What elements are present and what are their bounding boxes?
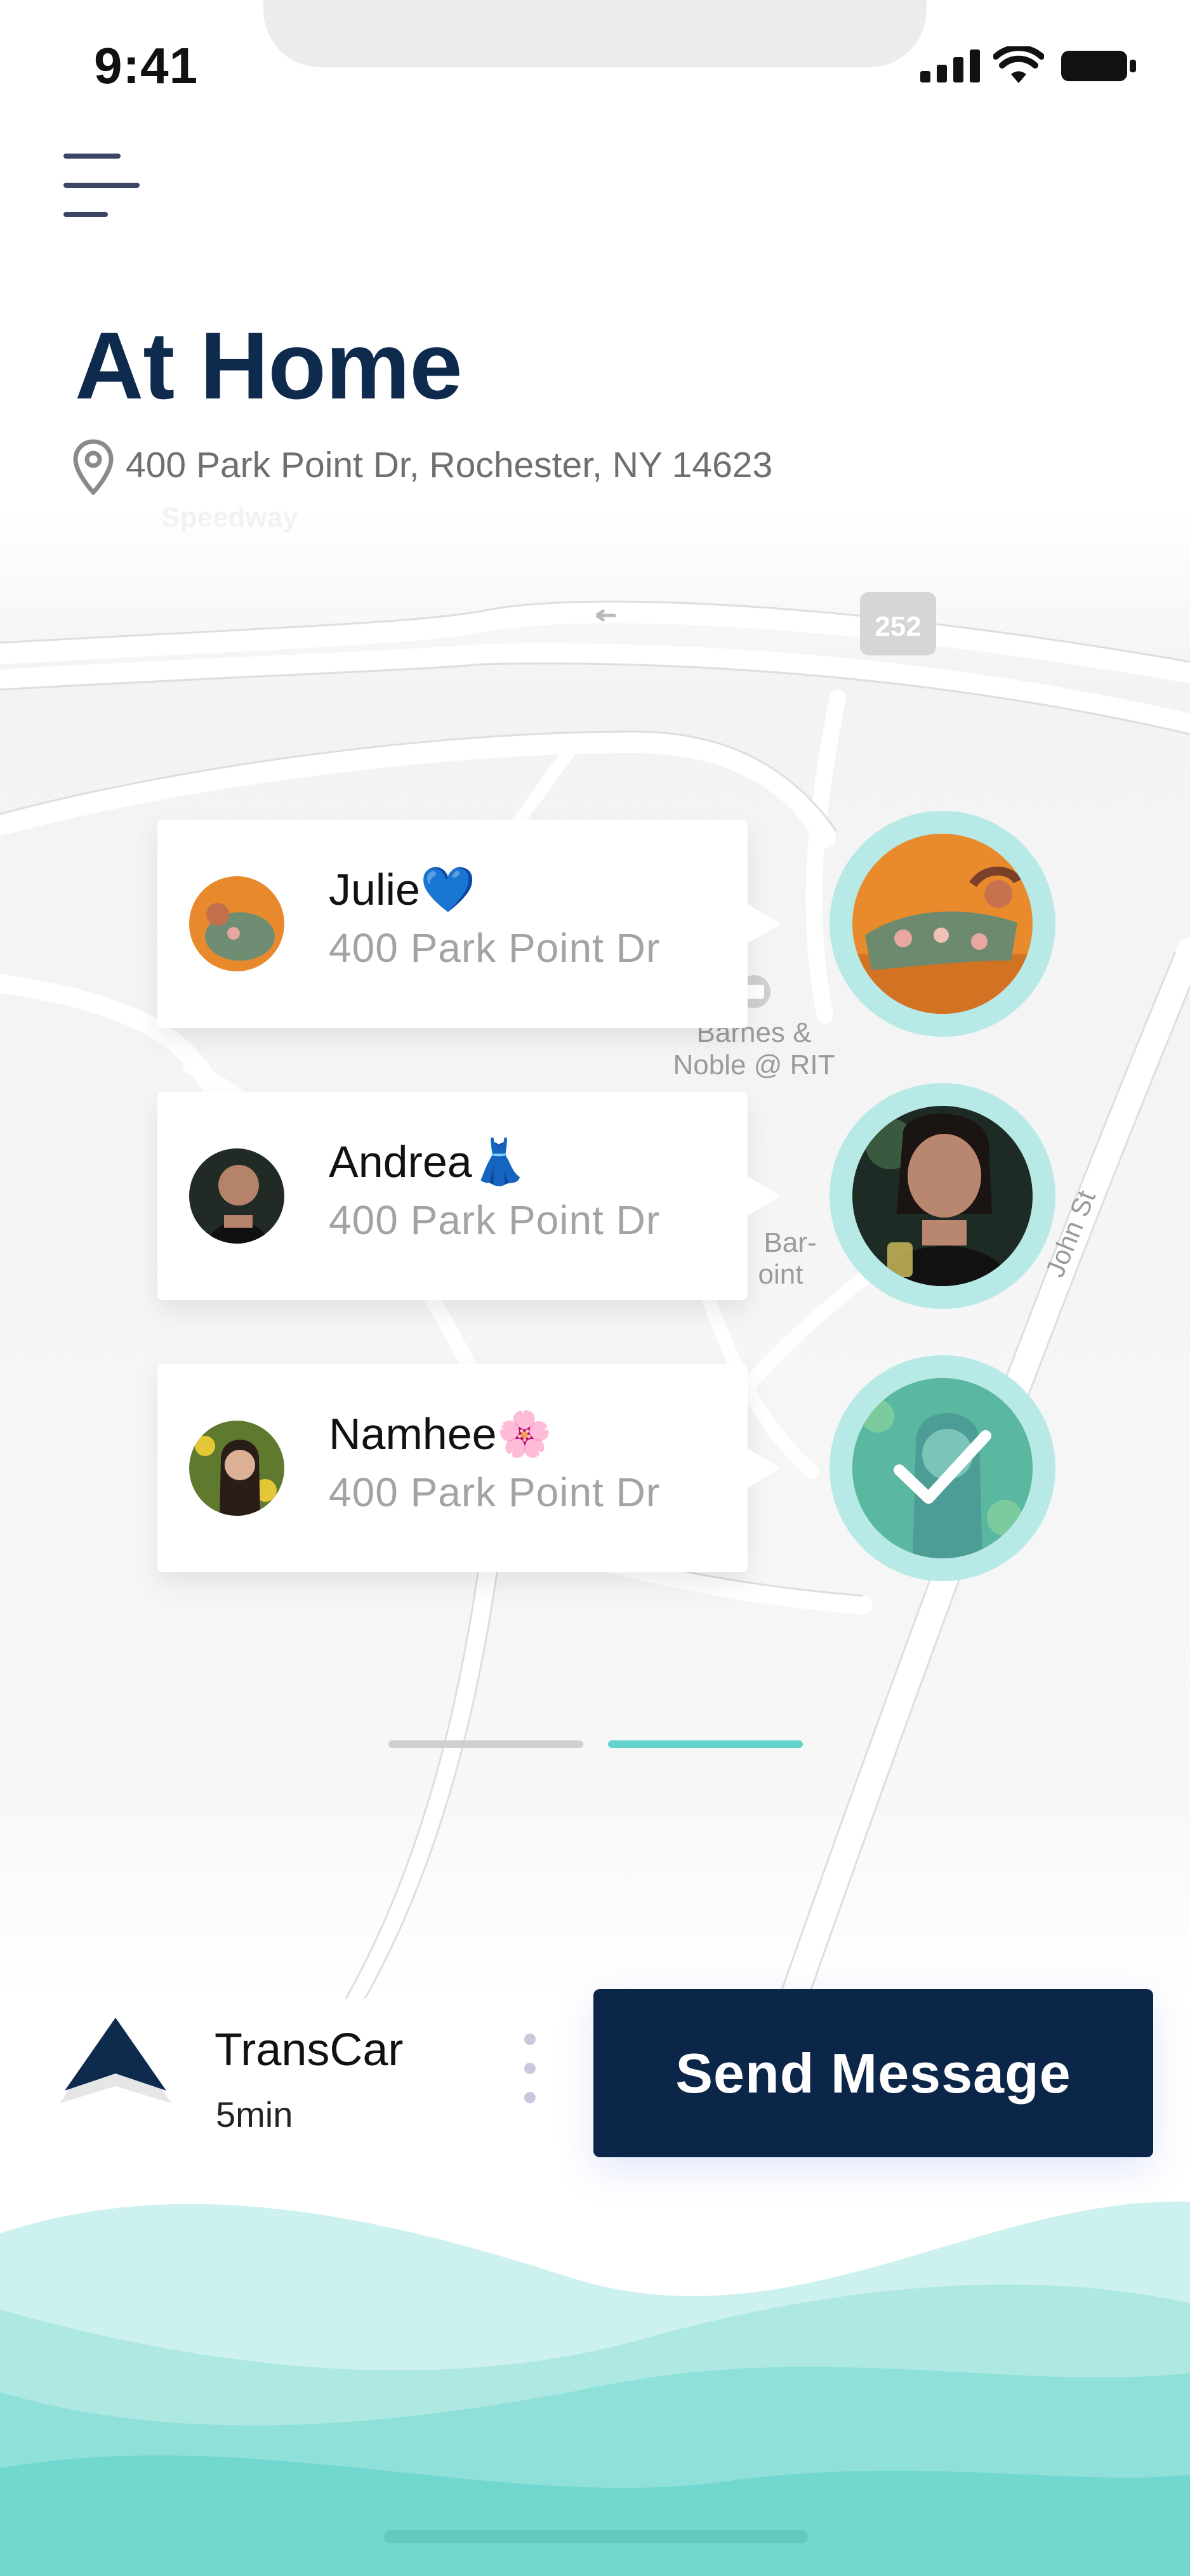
send-message-button[interactable]: Send Message bbox=[593, 1989, 1153, 2157]
contact-address: 400 Park Point Dr bbox=[329, 1197, 661, 1243]
battery-icon bbox=[1061, 51, 1136, 81]
status-time: 9:41 bbox=[94, 37, 199, 94]
contact-avatar-julie[interactable] bbox=[830, 811, 1055, 1037]
navigation-arrow-icon bbox=[60, 2018, 171, 2103]
map-label-barpoint-2: oint bbox=[758, 1259, 803, 1290]
location-pin-icon bbox=[73, 439, 114, 495]
map-label-speedway: Speedway bbox=[161, 508, 298, 533]
hamburger-menu-icon[interactable] bbox=[62, 152, 142, 219]
contact-name: Namhee🌸 bbox=[329, 1409, 552, 1459]
contact-address: 400 Park Point Dr bbox=[329, 1469, 661, 1515]
page-indicator-2-active[interactable] bbox=[608, 1740, 803, 1748]
contact-avatar-namhee-selected[interactable] bbox=[830, 1355, 1055, 1581]
contact-card-julie[interactable]: Julie💙 400 Park Point Dr bbox=[157, 820, 781, 1028]
checkmark-icon bbox=[894, 1430, 991, 1504]
page-indicator-1[interactable] bbox=[388, 1740, 583, 1748]
page-title: At Home bbox=[75, 312, 463, 419]
phone-screen: 252 Speedway Barnes & Noble @ RIT Bar- o… bbox=[0, 0, 1190, 2576]
contact-card-andrea[interactable]: Andrea👗 400 Park Point Dr bbox=[157, 1092, 781, 1300]
avatar bbox=[189, 1148, 284, 1244]
device-notch bbox=[263, 0, 927, 67]
avatar bbox=[189, 1421, 284, 1516]
map-label-barnes-2: Noble @ RIT bbox=[673, 1049, 835, 1081]
decorative-waves bbox=[0, 2201, 1190, 2576]
vertical-dots-icon[interactable] bbox=[524, 2034, 536, 2110]
signal-icon bbox=[920, 49, 980, 82]
wifi-icon bbox=[993, 46, 1044, 83]
home-address: 400 Park Point Dr, Rochester, NY 14623 bbox=[126, 445, 773, 485]
contact-address: 400 Park Point Dr bbox=[329, 925, 661, 971]
avatar bbox=[189, 876, 284, 971]
home-indicator[interactable] bbox=[384, 2530, 808, 2543]
contact-name: Andrea👗 bbox=[329, 1137, 527, 1186]
map-label-barpoint-1: Bar- bbox=[764, 1227, 816, 1258]
contact-card-namhee[interactable]: Namhee🌸 400 Park Point Dr bbox=[157, 1364, 781, 1572]
contact-avatar-andrea[interactable] bbox=[830, 1083, 1055, 1309]
map-label-route: 252 bbox=[875, 611, 921, 642]
contact-name: Julie💙 bbox=[329, 865, 476, 914]
transport-eta: 5min bbox=[216, 2094, 293, 2134]
transport-name: TransCar bbox=[215, 2025, 404, 2075]
